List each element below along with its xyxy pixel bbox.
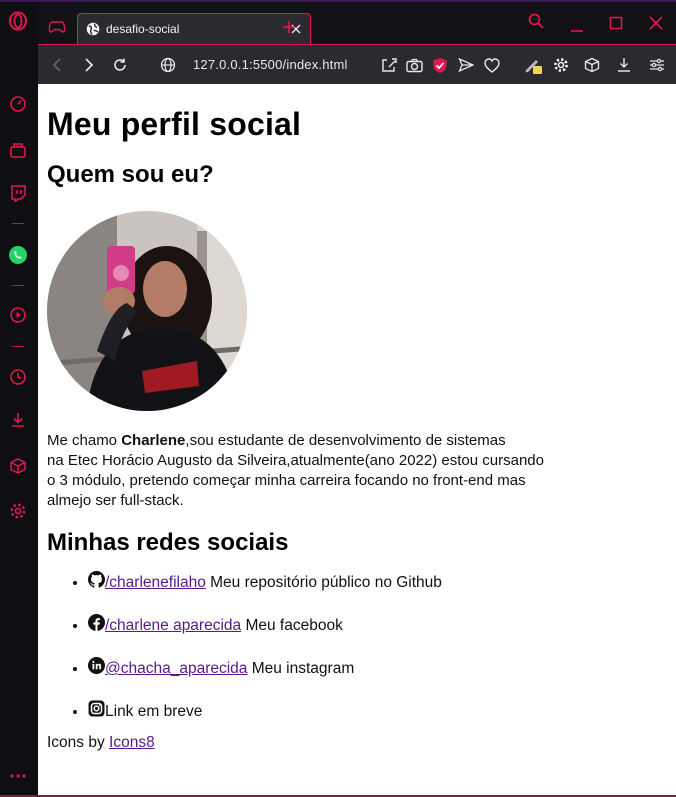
extension-pencil-icon[interactable]: [523, 55, 543, 75]
minimize-icon[interactable]: [567, 16, 587, 36]
instagram-link[interactable]: @chacha_aparecida: [105, 660, 247, 677]
close-window-icon[interactable]: [646, 13, 666, 33]
address-bar: 127.0.0.1:5500/index.html: [38, 44, 676, 84]
search-tabs-icon[interactable]: [526, 11, 546, 31]
ad-blocker-shield-icon[interactable]: [430, 55, 450, 75]
downloads-icon[interactable]: [7, 409, 29, 431]
globe-favicon-icon: [86, 22, 100, 36]
gx-controller-icon[interactable]: [47, 17, 67, 37]
facebook-description: Meu facebook: [241, 617, 343, 634]
url-field[interactable]: 127.0.0.1:5500/index.html: [193, 57, 348, 72]
download-icon[interactable]: [614, 55, 634, 75]
whatsapp-icon[interactable]: [7, 244, 29, 266]
bio-prefix: Me chamo: [47, 432, 122, 449]
instagram-description: Meu instagram: [247, 660, 355, 677]
bio-name: Charlene: [121, 432, 186, 449]
icons-credit: Icons by Icons8: [47, 734, 667, 752]
bio-paragraph: Me chamo Charlene,sou estudante de desen…: [47, 431, 567, 511]
easy-setup-icon[interactable]: [647, 55, 667, 75]
site-info-globe-icon[interactable]: [158, 55, 178, 75]
new-tab-plus-icon[interactable]: [279, 17, 299, 37]
bio-line-4: almejo ser full-stack.: [47, 492, 184, 509]
linkedin-icon: [88, 657, 105, 674]
player-icon[interactable]: [7, 304, 29, 326]
github-link[interactable]: /charlenefilaho: [105, 574, 206, 591]
extensions-cube-icon[interactable]: [7, 455, 29, 477]
bio-line-1: ,sou estudante de desenvolvimento de sis…: [185, 432, 506, 449]
social-list: /charlenefilaho Meu repositório público …: [47, 571, 667, 743]
bookmark-heart-icon[interactable]: [482, 55, 502, 75]
list-item-github: /charlenefilaho Meu repositório público …: [88, 571, 667, 614]
about-heading: Quem sou eu?: [47, 161, 214, 188]
send-flow-icon[interactable]: [456, 55, 476, 75]
credit-prefix: Icons by: [47, 734, 110, 751]
maximize-icon[interactable]: [606, 13, 626, 33]
sidebar: [0, 2, 38, 797]
bio-line-3: o 3 módulo, pretendo começar minha carre…: [47, 472, 526, 489]
github-icon: [88, 571, 105, 588]
list-item-facebook: /charlene aparecida Meu facebook: [88, 614, 667, 657]
twitch-icon[interactable]: [7, 182, 29, 204]
tab-desafio-social[interactable]: desafio-social: [77, 13, 311, 44]
snapshot-camera-icon[interactable]: [404, 55, 424, 75]
tab-title: desafio-social: [106, 22, 180, 36]
extensions-box-icon[interactable]: [582, 55, 602, 75]
reload-icon[interactable]: [110, 55, 130, 75]
extensions-gear-icon[interactable]: [551, 55, 571, 75]
speed-dial-icon[interactable]: [7, 93, 29, 115]
github-description: Meu repositório público no Github: [205, 574, 442, 591]
tab-bar: desafio-social: [38, 2, 676, 44]
coming-soon-text: Link em breve: [105, 703, 203, 720]
opera-logo-icon[interactable]: [7, 10, 29, 32]
profile-photo: [47, 211, 247, 411]
more-dots-icon[interactable]: [7, 765, 29, 787]
page-content: Meu perfil social Quem sou eu? Me chamo …: [38, 84, 676, 797]
wallet-icon[interactable]: [7, 139, 29, 161]
history-icon[interactable]: [7, 366, 29, 388]
browser-window: desafio-social 127.0.0.1:5500/index.html…: [0, 0, 676, 797]
social-heading: Minhas redes sociais: [47, 529, 289, 556]
icons8-link[interactable]: Icons8: [109, 734, 155, 751]
back-icon[interactable]: [47, 55, 67, 75]
bio-line-2: na Etec Horácio Augusto da Silveira,atua…: [47, 452, 544, 469]
page-title: Meu perfil social: [47, 106, 302, 142]
settings-gear-icon[interactable]: [7, 500, 29, 522]
forward-icon[interactable]: [79, 55, 99, 75]
instagram-icon: [88, 700, 105, 717]
share-edit-icon[interactable]: [379, 55, 399, 75]
list-item-linkedin: @chacha_aparecida Meu instagram: [88, 657, 667, 700]
facebook-icon: [88, 614, 105, 631]
facebook-link[interactable]: /charlene aparecida: [105, 617, 241, 634]
